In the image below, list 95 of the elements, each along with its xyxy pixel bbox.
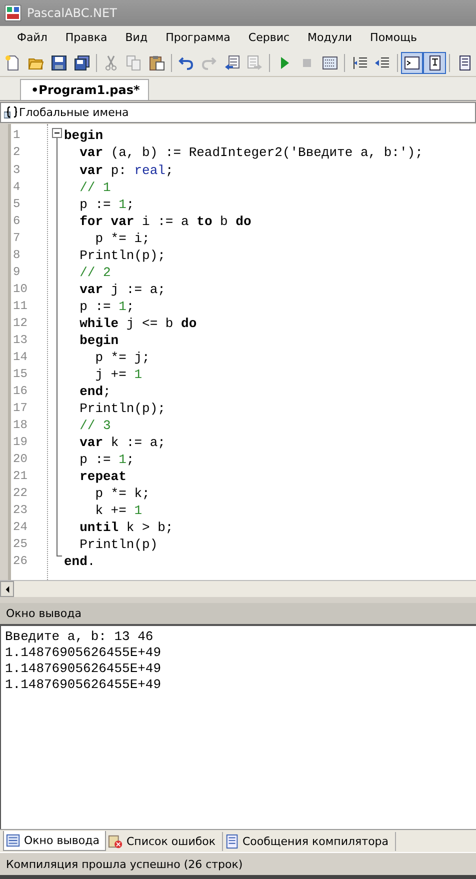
redo-icon: [201, 54, 218, 71]
output-line: Введите a, b: 13 46: [5, 629, 154, 646]
line-number: 4: [12, 178, 22, 196]
code-line: k += 1: [94, 502, 144, 520]
line-number: 21: [12, 468, 28, 486]
panel-tab[interactable]: Список ошибок: [106, 832, 222, 851]
code-line: Println(p): [78, 536, 159, 554]
line-number: 15: [12, 366, 28, 383]
line-number: 3: [12, 162, 22, 178]
line-number: 26: [12, 553, 28, 570]
code-line: j += 1: [94, 366, 144, 383]
line-number: 16: [12, 382, 28, 400]
left-arrow-icon: [4, 586, 10, 593]
code-line: p *= j;: [94, 348, 151, 366]
toolbar-button[interactable]: [423, 52, 446, 74]
code-line: for var i := a to b do: [78, 212, 252, 230]
code-line: repeat: [78, 468, 128, 486]
app-icon: [5, 4, 21, 21]
list-icon: [6, 833, 21, 848]
menu-item[interactable]: Правка: [56, 31, 116, 44]
console-icon: [404, 54, 420, 71]
page-icon: [5, 54, 22, 71]
code-line: begin: [64, 127, 104, 144]
window-title: PascalABC.NET: [27, 6, 117, 20]
scissors-icon: [103, 54, 120, 71]
line-number: 14: [12, 348, 28, 366]
status-text: Компиляция прошла успешно (26 строк): [6, 858, 243, 871]
line-number: 25: [12, 536, 28, 554]
output-line: 1.14876905626455E+49: [5, 661, 162, 678]
menu-item[interactable]: Вид: [116, 31, 157, 44]
code-line: var (a, b) := ReadInteger2('Введите a, b:');: [78, 144, 423, 162]
code-line: // 1: [78, 178, 112, 196]
panel-tab[interactable]: Окно вывода: [3, 831, 106, 852]
code-line: var k := a;: [78, 434, 166, 452]
code-line: p := 1;: [78, 451, 136, 468]
output-line: 1.14876905626455E+49: [5, 677, 162, 694]
line-number: 20: [12, 451, 28, 468]
code-line: Println(p);: [78, 400, 166, 417]
panel-icon: [426, 54, 443, 71]
code-line: Println(p);: [78, 246, 166, 264]
menu-item[interactable]: Файл: [8, 31, 56, 44]
line-number: 11: [12, 298, 28, 315]
line-number: 13: [12, 332, 28, 349]
code-line: until k > b;: [78, 519, 174, 536]
output-line: 1.14876905626455E+49: [5, 645, 162, 662]
menu-item[interactable]: Модули: [298, 31, 362, 44]
scope-dropdown[interactable]: Глобальные имена: [0, 102, 476, 124]
code-line: // 2: [78, 264, 112, 281]
clipboard-icon: [148, 54, 165, 71]
toolbar-button[interactable]: [400, 52, 424, 74]
list-icon: [224, 834, 240, 849]
undo-icon: [178, 54, 194, 71]
menu-item[interactable]: Сервис: [239, 31, 299, 44]
line-number: 6: [12, 212, 22, 230]
line-number: 10: [12, 280, 28, 298]
indent-icon: [352, 54, 368, 71]
code-line: begin: [78, 332, 120, 349]
code-line: end;: [78, 382, 112, 400]
code-line: p *= k;: [94, 485, 151, 502]
code-line: var j := a;: [78, 280, 166, 298]
scroll-left-button[interactable]: [0, 581, 14, 598]
code-line: while j <= b do: [78, 314, 198, 332]
floppy-disks-icon: [74, 54, 90, 71]
code-line: p *= i;: [94, 230, 151, 247]
line-number: 1: [12, 127, 22, 144]
line-number: 7: [12, 230, 22, 247]
line-number: 8: [12, 246, 22, 264]
code-line: p := 1;: [78, 196, 136, 213]
menu-item[interactable]: Программа: [156, 31, 240, 44]
clipboard-error-icon: [108, 834, 124, 849]
line-number: 24: [12, 519, 28, 536]
document-arrow-icon: [224, 54, 240, 71]
copy-icon: [126, 54, 142, 71]
line-number: 18: [12, 416, 28, 434]
horizontal-scrollbar[interactable]: [0, 580, 476, 598]
panel-tab[interactable]: Сообщения компилятора: [222, 832, 396, 851]
line-number: 17: [12, 400, 28, 417]
code-line: // 3: [78, 416, 112, 434]
line-number: 9: [12, 264, 22, 281]
braces-icon: [4, 105, 18, 120]
file-tab[interactable]: •Program1.pas*: [20, 78, 149, 100]
line-number: 19: [12, 434, 28, 451]
window-grid-icon: [322, 54, 338, 71]
list-page-icon: [456, 54, 473, 71]
document-arrow-icon: [246, 54, 263, 71]
code-line: end.: [64, 553, 96, 570]
line-number: 12: [12, 314, 28, 332]
line-number: 23: [12, 502, 28, 520]
code-line: p := 1;: [78, 298, 136, 315]
line-number: 22: [12, 485, 28, 502]
line-number: 2: [12, 144, 22, 162]
line-number: 5: [12, 196, 22, 213]
menu-item[interactable]: Помощь: [361, 31, 426, 44]
code-line: var p: real;: [78, 162, 174, 179]
panel-title: Окно вывода: [6, 607, 82, 620]
